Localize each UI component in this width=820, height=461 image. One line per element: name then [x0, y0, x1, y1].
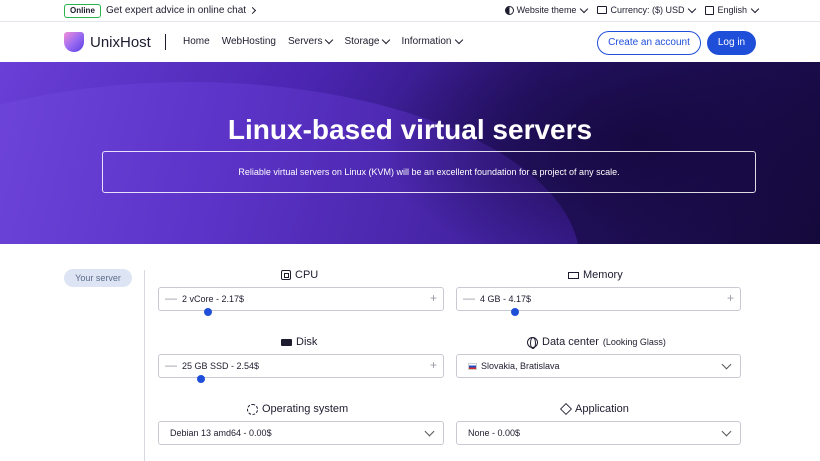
chevron-down-icon — [454, 35, 463, 45]
datacenter-label: Data center — [542, 336, 599, 348]
os-value: Debian 13 amd64 - 0.00$ — [170, 428, 272, 438]
online-chat-label: Get expert advice in online chat — [106, 5, 247, 16]
brand-name: UnixHost — [90, 33, 151, 51]
os-select[interactable]: Debian 13 amd64 - 0.00$ — [158, 421, 444, 445]
chevron-down-icon — [424, 426, 435, 437]
datacenter-title: Data center (Looking Glass) — [527, 336, 666, 349]
nav-webhosting[interactable]: WebHosting — [222, 36, 276, 47]
theme-label: Website theme — [516, 5, 577, 15]
nav-storage-label: Storage — [344, 36, 380, 47]
brand-logo[interactable]: UnixHost — [64, 32, 151, 52]
wallet-icon — [597, 6, 608, 14]
disk-decrease-button[interactable]: — — [165, 358, 177, 372]
application-value: None - 0.00$ — [468, 428, 521, 438]
cpu-icon — [281, 270, 291, 280]
header-divider — [165, 34, 166, 50]
chevron-down-icon — [721, 426, 732, 437]
cpu-stepper: — 2 vCore - 2.17$ + — [158, 287, 444, 311]
memory-value: 4 GB - 4.17$ — [480, 294, 532, 304]
chevron-down-icon — [580, 4, 589, 13]
nav-information[interactable]: Information — [401, 35, 463, 47]
cpu-slider-handle[interactable] — [204, 308, 212, 316]
os-title: Operating system — [247, 403, 348, 415]
memory-slider-handle[interactable] — [511, 308, 519, 316]
contrast-icon — [504, 5, 514, 15]
memory-title: Memory — [568, 269, 623, 281]
online-status-badge: Online — [64, 4, 101, 18]
application-select[interactable]: None - 0.00$ — [456, 421, 741, 445]
nav-information-label: Information — [401, 36, 452, 47]
translate-icon — [705, 5, 715, 15]
chevron-down-icon — [750, 4, 760, 13]
online-chat-link[interactable]: Get expert advice in online chat — [106, 5, 257, 16]
application-label: Application — [575, 403, 629, 415]
disk-increase-button[interactable]: + — [430, 358, 437, 372]
hero-subtitle-box: Reliable virtual servers on Linux (KVM) … — [102, 151, 756, 193]
disk-label: Disk — [296, 336, 318, 348]
logo-icon — [64, 32, 84, 52]
cpu-label: CPU — [295, 269, 319, 281]
nav-servers-label: Servers — [287, 36, 323, 47]
memory-stepper: — 4 GB - 4.17$ + — [456, 287, 741, 311]
chevron-down-icon — [382, 35, 391, 45]
chevron-down-icon — [721, 359, 732, 370]
globe-icon — [527, 336, 538, 349]
nav-home[interactable]: Home — [183, 36, 210, 47]
memory-decrease-button[interactable]: — — [463, 291, 475, 305]
os-icon — [247, 403, 258, 415]
top-bar: Online Get expert advice in online chat … — [0, 0, 820, 22]
theme-selector[interactable]: Website theme — [504, 4, 589, 15]
login-button[interactable]: Log in — [707, 31, 756, 55]
cpu-value: 2 vCore - 2.17$ — [182, 294, 245, 304]
create-account-button[interactable]: Create an account — [597, 31, 701, 55]
memory-label: Memory — [583, 269, 623, 281]
memory-icon — [568, 271, 579, 279]
nav-servers[interactable]: Servers — [287, 35, 334, 47]
hero-subtitle: Reliable virtual servers on Linux (KVM) … — [238, 167, 620, 177]
application-title: Application — [559, 402, 629, 416]
chevron-right-icon — [249, 6, 257, 15]
cpu-increase-button[interactable]: + — [430, 291, 437, 305]
os-label: Operating system — [262, 403, 349, 415]
hero-banner: Linux-based virtual servers Reliable vir… — [0, 62, 820, 244]
page-title: Linux-based virtual servers — [227, 114, 593, 145]
language-selector[interactable]: English — [705, 4, 760, 15]
cube-icon — [559, 402, 573, 416]
main-nav: Home WebHosting Servers Storage Informat… — [183, 35, 463, 47]
datacenter-select[interactable]: Slovakia, Bratislava — [456, 354, 741, 378]
nav-storage[interactable]: Storage — [344, 35, 391, 47]
chevron-down-icon — [688, 4, 697, 13]
memory-increase-button[interactable]: + — [727, 291, 734, 305]
config-divider — [144, 270, 145, 461]
cpu-title: CPU — [281, 269, 318, 281]
main-header: UnixHost Home WebHosting Servers Storage… — [0, 22, 820, 62]
cpu-decrease-button[interactable]: — — [165, 291, 177, 305]
disk-slider-handle[interactable] — [197, 375, 205, 383]
language-label: English — [717, 5, 747, 15]
slovakia-flag-icon — [468, 362, 477, 370]
looking-glass-link[interactable]: (Looking Glass) — [603, 337, 666, 347]
disk-value: 25 GB SSD - 2.54$ — [182, 361, 260, 371]
disk-icon — [281, 338, 292, 346]
chevron-down-icon — [325, 35, 334, 45]
your-server-tab[interactable]: Your server — [64, 269, 132, 287]
currency-selector[interactable]: Currency: ($) USD — [597, 4, 697, 15]
disk-title: Disk — [281, 336, 317, 348]
datacenter-value: Slovakia, Bratislava — [481, 361, 560, 371]
currency-label: Currency: ($) USD — [610, 5, 685, 15]
